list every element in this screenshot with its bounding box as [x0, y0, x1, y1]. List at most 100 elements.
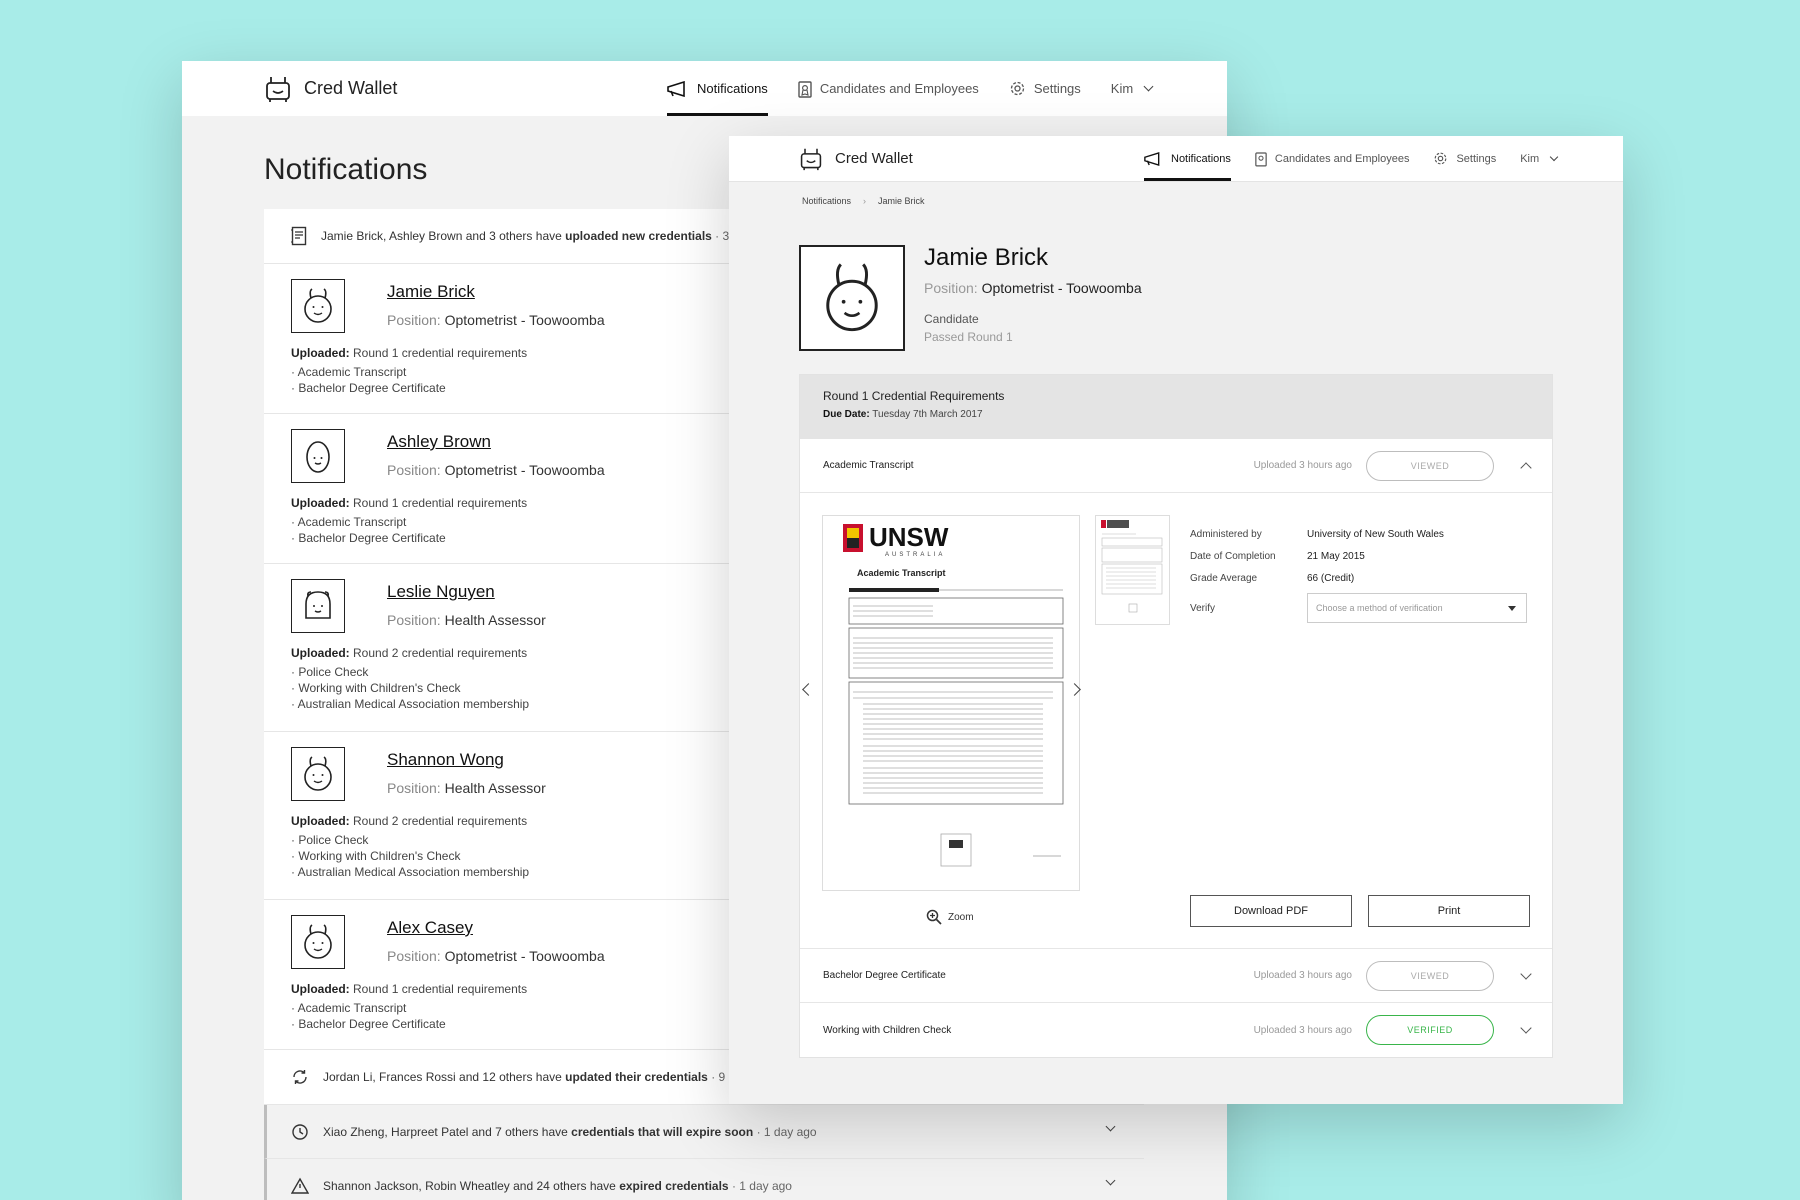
zoom-button[interactable]: Zoom: [926, 909, 974, 925]
nav-notifications[interactable]: Notifications: [667, 61, 768, 116]
breadcrumb-current: Jamie Brick: [878, 196, 925, 206]
chevron-down-icon[interactable]: [1105, 1121, 1116, 1132]
position-label: Position:: [387, 948, 441, 964]
doc-title: Academic Transcript: [857, 568, 946, 578]
summary-emphasis: expired credentials: [619, 1178, 729, 1193]
refresh-icon: [293, 1070, 307, 1084]
summary-prefix: Xiao Zheng, Harpreet Patel and 7 others …: [323, 1124, 572, 1139]
breadcrumb-separator-icon: ›: [863, 196, 867, 206]
candidate-position: Position: Optometrist - Toowoomba: [924, 280, 1142, 296]
zoom-in-icon: [926, 909, 942, 925]
nav-settings[interactable]: Settings: [1009, 61, 1081, 116]
chevron-down-icon: [1549, 152, 1559, 161]
nav-candidates[interactable]: Candidates and Employees: [1255, 136, 1409, 181]
app-name: Cred Wallet: [304, 78, 398, 98]
print-button[interactable]: Print: [1368, 895, 1530, 927]
brand[interactable]: Cred Wallet: [799, 146, 913, 172]
badge-icon: [798, 80, 812, 98]
credential-detail: UNSW AUSTRALIA Academic Transcript Zoom …: [800, 493, 1552, 949]
document-preview[interactable]: UNSW AUSTRALIA Academic Transcript: [822, 515, 1080, 891]
gear-icon: [1010, 81, 1024, 96]
page-title: Notifications: [264, 153, 428, 186]
nav-notifications-label: Notifications: [1171, 152, 1231, 165]
page-thumbnail[interactable]: [1095, 515, 1170, 625]
zoom-label: Zoom: [948, 911, 974, 923]
status-badge: VIEWED: [1366, 960, 1494, 991]
credential-name: Working with Children Check: [823, 1024, 952, 1036]
meta-row: Grade Average 66 (Credit): [1190, 567, 1444, 589]
credential-upload-time: Uploaded 3 hours ago: [1253, 1024, 1352, 1036]
position-value: Health Assessor: [444, 780, 546, 796]
top-navigation-bar: Cred Wallet Notifications Candidates and…: [729, 136, 1623, 182]
requirements-due: Due Date: Tuesday 7th March 2017: [823, 409, 1552, 420]
robot-logo-icon: [800, 148, 822, 170]
meta-key: Grade Average: [1190, 572, 1258, 584]
user-menu[interactable]: Kim: [1520, 136, 1559, 181]
meta-row: Date of Completion 21 May 2015: [1190, 545, 1444, 567]
notification-summary-expiring[interactable]: Xiao Zheng, Harpreet Patel and 7 others …: [264, 1105, 1144, 1159]
megaphone-icon: [1144, 151, 1160, 166]
uploaded-label: Uploaded:: [291, 982, 350, 996]
app-name: Cred Wallet: [835, 150, 913, 167]
due-value: Tuesday 7th March 2017: [872, 409, 983, 420]
chevron-down-icon[interactable]: [1520, 1022, 1532, 1034]
brand[interactable]: Cred Wallet: [264, 74, 397, 104]
summary-text: Shannon Jackson, Robin Wheatley and 24 o…: [323, 1179, 792, 1193]
avatar-bear-icon: [291, 579, 345, 633]
uploaded-label: Uploaded:: [291, 496, 350, 510]
uploaded-value: Round 1 credential requirements: [353, 496, 528, 510]
position-value: Optometrist - Toowoomba: [444, 312, 605, 328]
badge-icon: [1255, 151, 1267, 166]
breadcrumb-notifications[interactable]: Notifications: [802, 196, 851, 206]
avatar-bunny-icon: [799, 245, 905, 351]
credential-upload-time: Uploaded 3 hours ago: [1253, 970, 1352, 981]
credential-row-academic-transcript[interactable]: Academic Transcript Uploaded 3 hours ago…: [800, 439, 1552, 493]
credential-row-bachelor-degree[interactable]: Bachelor Degree Certificate Uploaded 3 h…: [800, 949, 1552, 1003]
meta-row: Administered by University of New South W…: [1190, 523, 1444, 545]
nav-settings[interactable]: Settings: [1433, 136, 1496, 181]
summary-text: Xiao Zheng, Harpreet Patel and 7 others …: [323, 1125, 817, 1139]
chevron-left-icon[interactable]: [802, 683, 815, 696]
thumbnail-page-image: [1101, 520, 1163, 613]
nav-candidates-label: Candidates and Employees: [819, 81, 979, 96]
position-value: Optometrist - Toowoomba: [444, 948, 605, 964]
megaphone-icon: [667, 80, 685, 97]
verification-method-select[interactable]: Choose a method of verification: [1307, 593, 1527, 623]
chevron-up-icon[interactable]: [1520, 461, 1532, 474]
status-badge: VERIFIED: [1366, 1015, 1494, 1045]
select-placeholder: Choose a method of verification: [1316, 603, 1443, 613]
doc-logo-sub: AUSTRALIA: [885, 552, 945, 558]
candidate-status: Passed Round 1: [924, 330, 1013, 344]
position-label: Position:: [387, 780, 441, 796]
avatar-bunny-icon: [291, 747, 345, 801]
meta-key: Date of Completion: [1190, 550, 1276, 562]
summary-text: Jamie Brick, Ashley Brown and 3 others h…: [321, 229, 739, 243]
user-menu[interactable]: Kim: [1111, 61, 1154, 116]
position-label: Position:: [387, 462, 441, 478]
credential-upload-time: Uploaded 3 hours ago: [1253, 460, 1352, 471]
meta-value: 66 (Credit): [1307, 572, 1355, 584]
position-value: Optometrist - Toowoomba: [444, 462, 605, 478]
credential-row-working-with-children[interactable]: Working with Children Check Uploaded 3 h…: [800, 1003, 1552, 1057]
summary-prefix: Jordan Li, Frances Rossi and 12 others h…: [323, 1070, 566, 1084]
notification-summary-expired[interactable]: Shannon Jackson, Robin Wheatley and 24 o…: [264, 1159, 1144, 1200]
transcript-page-image: UNSW AUSTRALIA Academic Transcript: [843, 522, 1064, 867]
credential-metadata: Administered by University of New South W…: [1190, 523, 1444, 589]
nav-candidates[interactable]: Candidates and Employees: [798, 61, 979, 116]
chevron-down-icon[interactable]: [1520, 967, 1532, 980]
credential-name: Academic Transcript: [823, 460, 914, 471]
download-pdf-button[interactable]: Download PDF: [1190, 895, 1352, 927]
position-label: Position:: [387, 312, 441, 328]
chevron-down-icon[interactable]: [1105, 1175, 1116, 1186]
nav-notifications[interactable]: Notifications: [1144, 136, 1231, 181]
warning-icon: [291, 1177, 309, 1194]
credential-name: Bachelor Degree Certificate: [823, 970, 946, 981]
avatar-bunny-icon: [291, 915, 345, 969]
meta-value: 21 May 2015: [1307, 550, 1365, 562]
uploaded-value: Round 2 credential requirements: [353, 814, 528, 828]
doc-logo-text: UNSW: [869, 522, 949, 552]
chevron-down-icon: [1143, 81, 1154, 92]
main-nav: Notifications Candidates and Employees S…: [1144, 136, 1581, 181]
uploaded-value: Round 1 credential requirements: [353, 982, 528, 996]
candidate-name: Jamie Brick: [924, 244, 1049, 271]
